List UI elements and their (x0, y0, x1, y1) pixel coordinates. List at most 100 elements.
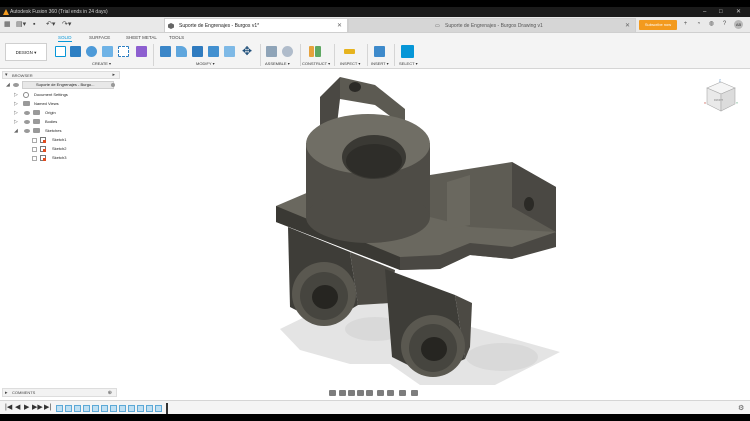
browser-item-sketch1[interactable]: Sketch1 (24, 136, 104, 144)
activate-radio[interactable] (111, 83, 115, 87)
job-status-icon[interactable]: ◔ (694, 20, 703, 29)
viewports-icon[interactable] (399, 390, 406, 396)
chamfer-icon[interactable] (192, 46, 203, 57)
construct-plane-icon[interactable] (315, 46, 321, 57)
expand-icon[interactable]: ▷ (14, 100, 18, 108)
pattern-icon[interactable] (118, 46, 129, 57)
close-tab-icon[interactable]: ✕ (625, 19, 630, 33)
gear-icon[interactable]: ⚙ (738, 404, 744, 412)
create-form-icon[interactable] (136, 46, 147, 57)
avatar[interactable]: AB (734, 20, 743, 29)
collapse-icon[interactable]: ▾ (5, 72, 8, 79)
undo-icon[interactable]: ↶▾ (46, 20, 55, 30)
file-icon[interactable]: ▤▾ (16, 20, 26, 30)
offset-plane-icon[interactable] (309, 46, 314, 57)
zoom-icon[interactable] (357, 390, 364, 396)
expand-icon[interactable]: ◢ (6, 81, 10, 89)
workspace-switcher[interactable]: DESIGN ▾ (5, 43, 47, 61)
construct-group-label[interactable]: CONSTRUCT ▾ (302, 61, 330, 66)
browser-item-origin[interactable]: ▷ Origin (14, 109, 114, 117)
browser-item-sketch2[interactable]: Sketch2 (24, 145, 104, 153)
visual-style-icon[interactable] (411, 390, 418, 396)
eye-icon[interactable] (24, 120, 30, 124)
help-icon[interactable]: ? (720, 20, 729, 29)
press-pull-icon[interactable] (160, 46, 171, 57)
pan-icon[interactable] (348, 390, 355, 396)
eye-icon[interactable] (24, 129, 30, 133)
timeline-feature[interactable] (101, 405, 108, 412)
pin-icon[interactable]: ▸ (112, 72, 115, 79)
timeline-back-button[interactable]: ◀ (15, 404, 20, 412)
create-group-label[interactable]: CREATE ▾ (92, 61, 111, 66)
subscribe-button[interactable]: Subscribe now (639, 20, 677, 30)
maximize-button[interactable]: □ (719, 7, 723, 17)
timeline-forward-button[interactable]: ▶▶ (32, 404, 43, 412)
expand-icon[interactable]: ◢ (14, 127, 18, 135)
redo-icon[interactable]: ↷▾ (62, 20, 71, 30)
select-icon[interactable] (401, 45, 414, 58)
look-at-icon[interactable] (339, 390, 346, 396)
assemble-group-label[interactable]: ASSEMBLE ▾ (265, 61, 290, 66)
browser-item-named-views[interactable]: ▷ Named Views (14, 100, 114, 108)
timeline-feature[interactable] (155, 405, 162, 412)
timeline-feature[interactable] (65, 405, 72, 412)
tab-drawing-document[interactable]: ▭ Suporte de Engrenajes - Burgos Drawing… (348, 18, 636, 32)
comments-panel[interactable]: ▸ COMMENTS ⊕ (2, 388, 117, 397)
orbit-icon[interactable] (329, 390, 336, 396)
tab-design-document[interactable]: Suporte de Engrenajes - Burgos v1* ✕ (164, 18, 348, 32)
hole-icon[interactable] (102, 46, 113, 57)
close-tab-icon[interactable]: ✕ (337, 19, 342, 33)
fit-icon[interactable] (366, 390, 373, 396)
timeline-feature[interactable] (92, 405, 99, 412)
extrude-icon[interactable] (70, 46, 81, 57)
insert-group-label[interactable]: INSERT ▾ (371, 61, 389, 66)
tab-solid[interactable]: SOLID (58, 35, 72, 42)
timeline-feature[interactable] (137, 405, 144, 412)
eye-icon[interactable] (24, 111, 30, 115)
tab-tools[interactable]: TOOLS (169, 35, 184, 40)
move-icon[interactable]: ✥ (242, 45, 253, 57)
timeline-feature[interactable] (128, 405, 135, 412)
combine-icon[interactable] (224, 46, 235, 57)
browser-item-sketch3[interactable]: Sketch3 (24, 154, 104, 162)
visibility-checkbox[interactable] (32, 147, 37, 152)
timeline-feature[interactable] (110, 405, 117, 412)
insert-image-icon[interactable] (374, 46, 385, 57)
grid-settings-icon[interactable] (387, 390, 394, 396)
tab-sheet-metal[interactable]: SHEET METAL (126, 35, 157, 40)
timeline-feature[interactable] (74, 405, 81, 412)
inspect-group-label[interactable]: INSPECT ▾ (340, 61, 360, 66)
eye-icon[interactable] (13, 83, 19, 87)
display-settings-icon[interactable] (377, 390, 384, 396)
notifications-icon[interactable]: ◍ (707, 20, 716, 29)
add-comment-icon[interactable]: ⊕ (108, 389, 112, 397)
shell-icon[interactable] (208, 46, 219, 57)
new-component-icon[interactable] (266, 46, 277, 57)
collapse-icon[interactable]: ▸ (5, 389, 8, 397)
revolve-icon[interactable] (86, 46, 97, 57)
visibility-checkbox[interactable] (32, 156, 37, 161)
close-window-button[interactable]: ✕ (736, 7, 741, 17)
grid-icon[interactable]: ▦ (4, 20, 11, 30)
timeline-feature[interactable] (83, 405, 90, 412)
browser-panel-header[interactable]: ▾ BROWSER ▸ (2, 71, 120, 79)
expand-icon[interactable]: ▷ (14, 91, 18, 99)
timeline-end-button[interactable]: ▶| (44, 404, 51, 412)
timeline-start-button[interactable]: |◀ (5, 404, 12, 412)
expand-icon[interactable]: ▷ (14, 118, 18, 126)
modify-group-label[interactable]: MODIFY ▾ (196, 61, 215, 66)
joint-icon[interactable] (282, 46, 293, 57)
timeline-feature[interactable] (56, 405, 63, 412)
tab-surface[interactable]: SURFACE (89, 35, 110, 40)
visibility-checkbox[interactable] (32, 138, 37, 143)
timeline-marker[interactable] (166, 403, 168, 414)
viewcube[interactable]: FRONT Z X Y (703, 79, 739, 115)
browser-item-bodies[interactable]: ▷ Bodies (14, 118, 114, 126)
select-group-label[interactable]: SELECT ▾ (399, 61, 418, 66)
browser-item-document-settings[interactable]: ▷ Document Settings (14, 91, 114, 99)
timeline-feature[interactable] (119, 405, 126, 412)
new-sketch-icon[interactable] (55, 46, 66, 57)
browser-root-component[interactable]: ◢ Suporte de Engrenajes - Burgo... (6, 81, 118, 89)
fillet-icon[interactable] (176, 46, 187, 57)
measure-icon[interactable] (344, 49, 355, 54)
